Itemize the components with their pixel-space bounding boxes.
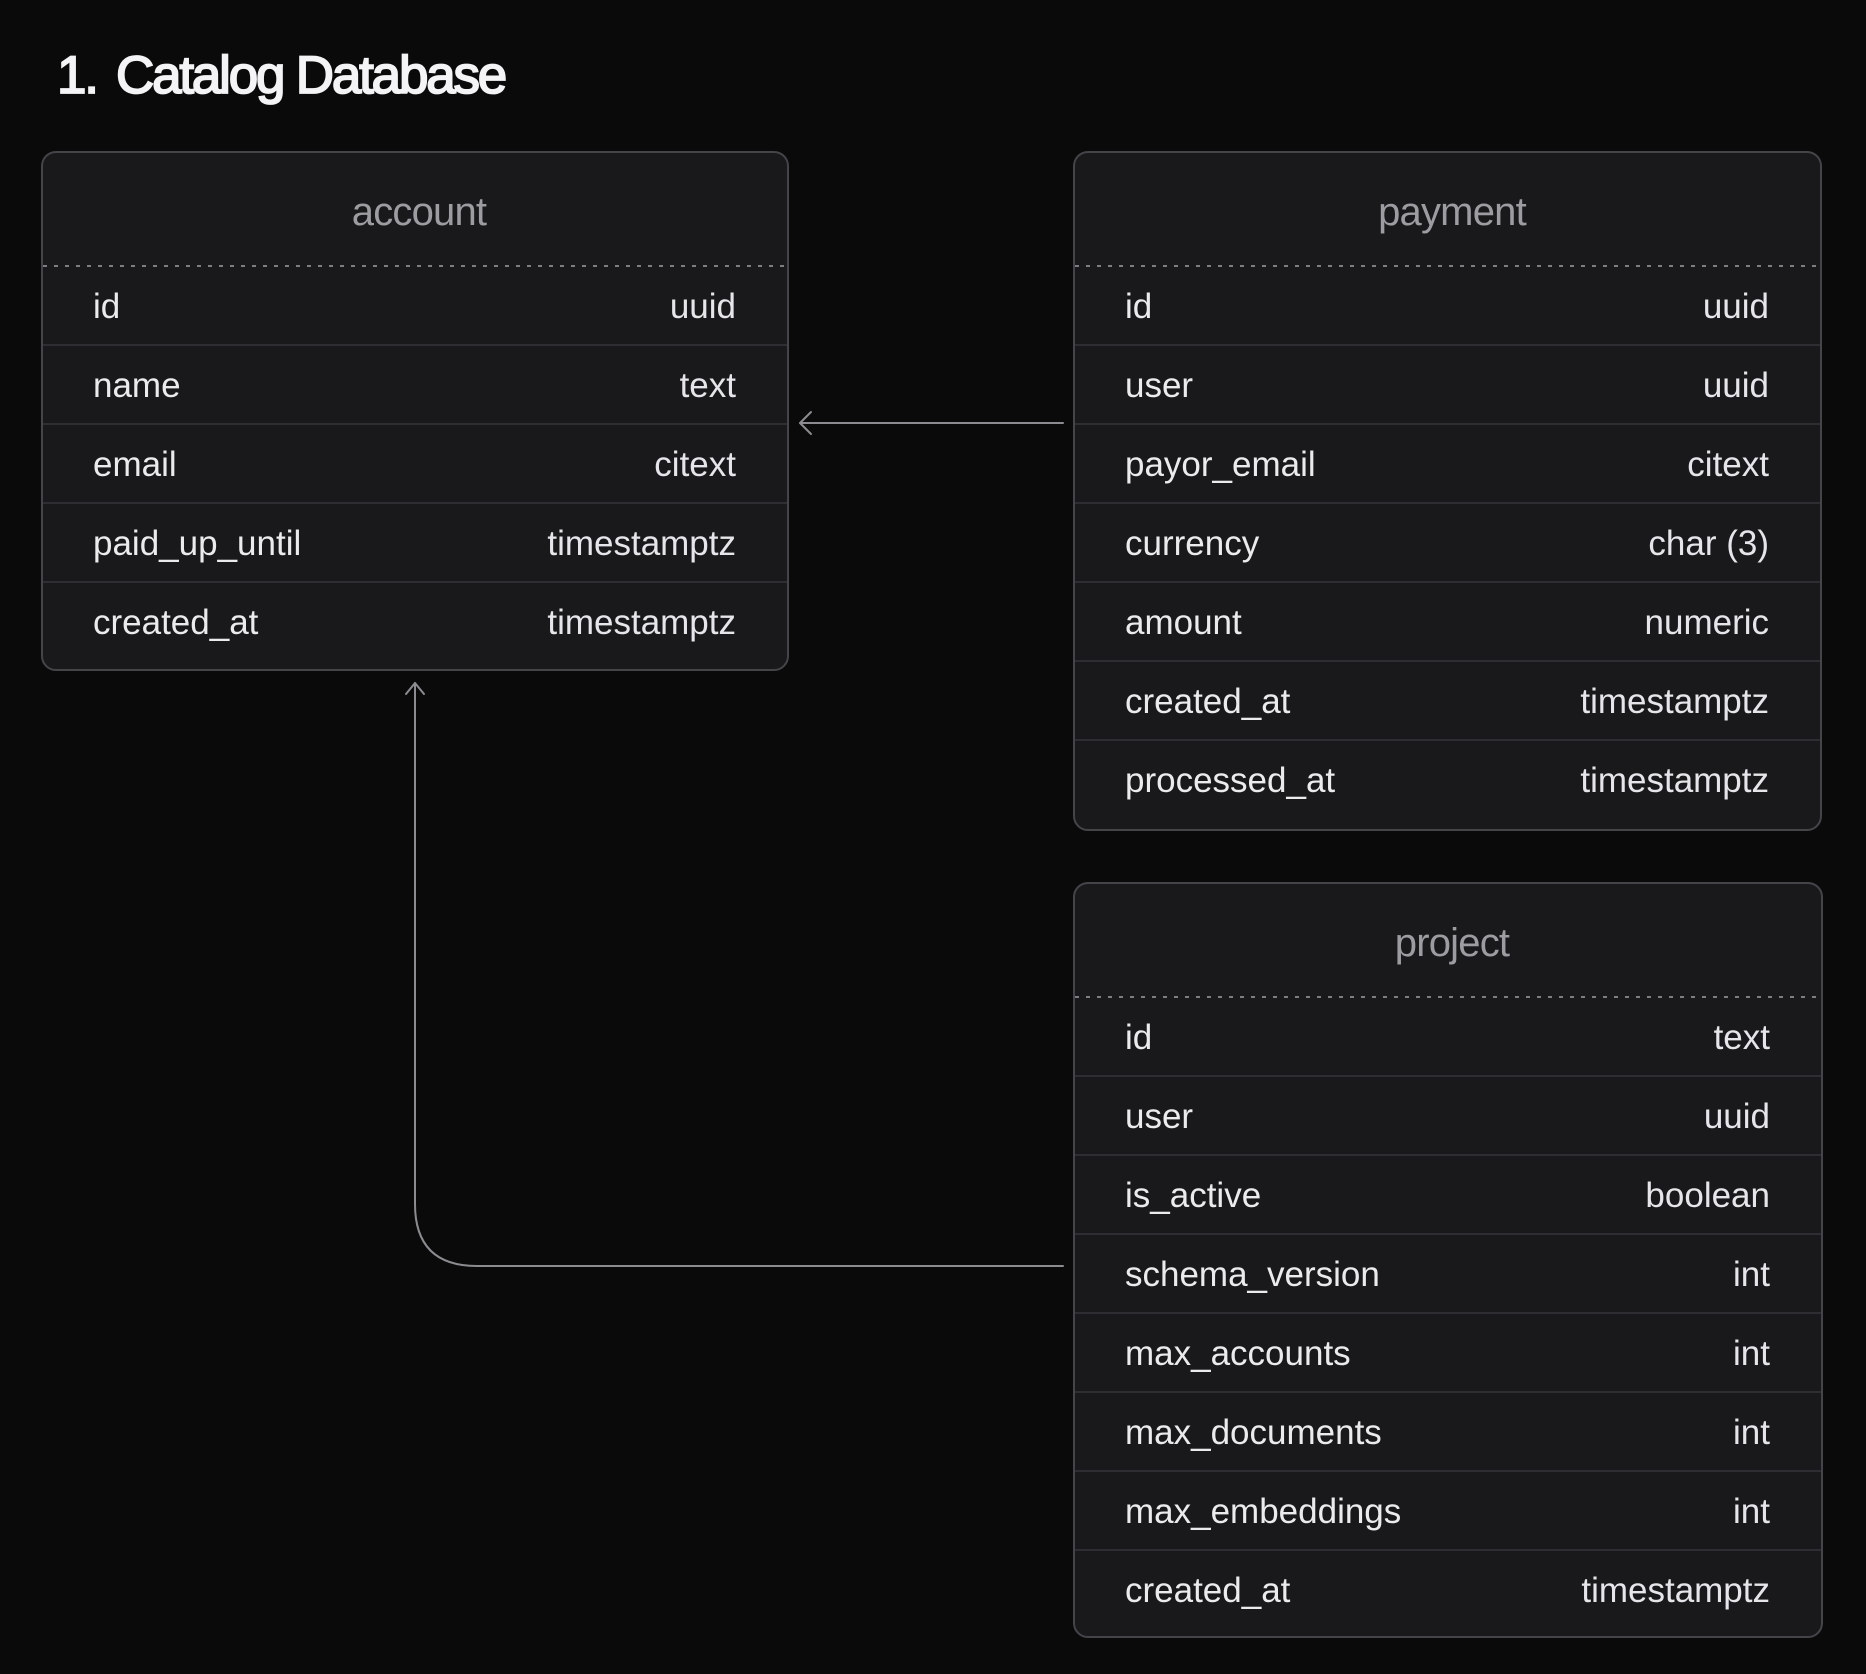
svg-text:timestamptz: timestamptz	[1580, 682, 1769, 721]
svg-text:int: int	[1733, 1334, 1770, 1373]
svg-text:citext: citext	[654, 445, 736, 484]
svg-text:text: text	[1714, 1018, 1771, 1057]
svg-text:uuid: uuid	[1704, 1097, 1770, 1136]
svg-text:uuid: uuid	[1703, 287, 1769, 326]
svg-text:is_active: is_active	[1125, 1176, 1261, 1215]
svg-text:uuid: uuid	[670, 287, 736, 326]
svg-text:timestamptz: timestamptz	[547, 524, 736, 563]
svg-text:project: project	[1395, 921, 1510, 965]
svg-text:citext: citext	[1687, 445, 1769, 484]
svg-text:max_documents: max_documents	[1125, 1413, 1382, 1452]
svg-text:payor_email: payor_email	[1125, 445, 1316, 484]
svg-text:Catalog Database: Catalog Database	[116, 46, 506, 105]
svg-text:account: account	[352, 190, 487, 234]
svg-text:text: text	[680, 366, 737, 405]
svg-text:schema_version: schema_version	[1125, 1255, 1380, 1294]
svg-text:created_at: created_at	[93, 603, 259, 642]
svg-text:id: id	[93, 287, 120, 326]
svg-text:id: id	[1125, 287, 1152, 326]
svg-text:created_at: created_at	[1125, 682, 1291, 721]
svg-text:timestamptz: timestamptz	[1580, 761, 1769, 800]
svg-text:timestamptz: timestamptz	[1581, 1571, 1770, 1610]
svg-text:int: int	[1733, 1492, 1770, 1531]
svg-text:timestamptz: timestamptz	[547, 603, 736, 642]
svg-text:max_embeddings: max_embeddings	[1125, 1492, 1401, 1531]
svg-text:created_at: created_at	[1125, 1571, 1291, 1610]
svg-text:payment: payment	[1378, 190, 1527, 234]
svg-text:name: name	[93, 366, 181, 405]
svg-text:amount: amount	[1125, 603, 1242, 642]
svg-text:currency: currency	[1125, 524, 1260, 563]
svg-text:uuid: uuid	[1703, 366, 1769, 405]
svg-text:user: user	[1125, 366, 1193, 405]
svg-text:1.: 1.	[57, 46, 97, 105]
svg-text:int: int	[1733, 1255, 1770, 1294]
svg-text:email: email	[93, 445, 177, 484]
svg-text:max_accounts: max_accounts	[1125, 1334, 1351, 1373]
svg-text:user: user	[1125, 1097, 1193, 1136]
svg-text:boolean: boolean	[1645, 1176, 1770, 1215]
svg-text:processed_at: processed_at	[1125, 761, 1335, 800]
svg-text:numeric: numeric	[1645, 603, 1769, 642]
svg-text:int: int	[1733, 1413, 1770, 1452]
svg-text:char (3): char (3)	[1648, 524, 1769, 563]
svg-text:paid_up_until: paid_up_until	[93, 524, 301, 563]
svg-text:id: id	[1125, 1018, 1152, 1057]
